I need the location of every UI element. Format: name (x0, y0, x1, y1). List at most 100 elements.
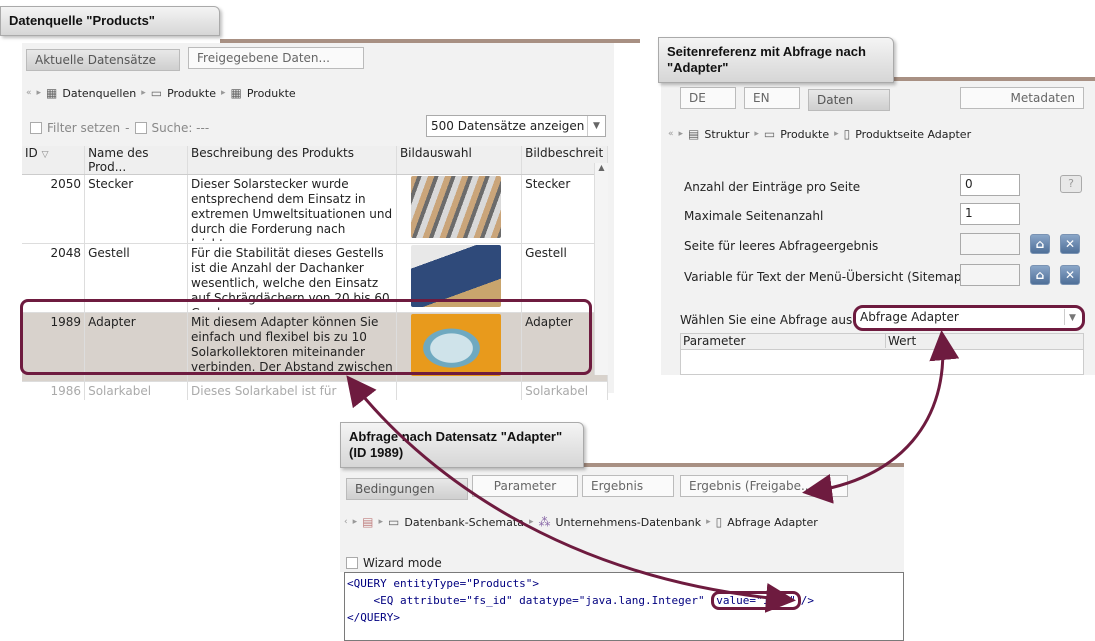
parameter-table: Parameter Wert (680, 333, 1084, 375)
column-header-name[interactable]: Name des Prod... (84, 146, 189, 175)
panel-title-datasource: Datenquelle "Products" (0, 6, 220, 36)
help-button[interactable]: ? (1060, 175, 1082, 193)
filter-checkbox[interactable] (30, 122, 42, 134)
filter-bar: Filter setzen - Suche: --- (30, 121, 209, 135)
breadcrumb-item[interactable]: Datenbank-Schemata (404, 516, 524, 529)
column-header-parameter[interactable]: Parameter (683, 334, 745, 348)
breadcrumb-item[interactable]: Produkte (167, 87, 216, 100)
field-label: Anzahl der Einträge pro Seite (684, 180, 861, 194)
chevron-right-icon: ▸ (378, 517, 384, 527)
breadcrumb-item[interactable]: Produkte (780, 128, 829, 141)
cell-image (396, 381, 523, 400)
breadcrumb-item[interactable]: Unternehmens-Datenbank (555, 516, 701, 529)
column-header-image[interactable]: Bildauswahl (396, 146, 523, 175)
breadcrumb: « ▸ ▤ Struktur ▸ ▭ Produkte ▸ ▯ Produkts… (668, 127, 971, 141)
back-icon[interactable]: « (26, 88, 32, 98)
breadcrumb-item[interactable]: Produkte (247, 87, 296, 100)
cell-id: 2050 (22, 174, 86, 244)
tab-data[interactable]: Daten (808, 89, 890, 111)
wizard-mode-toggle[interactable]: Wizard mode (346, 556, 442, 570)
cell-name: Solarkabel (84, 381, 189, 400)
mount-image (410, 245, 501, 307)
field-label: Seite für leeres Abfrageergebnis (684, 239, 879, 253)
clear-button[interactable]: ✕ (1060, 265, 1080, 285)
page-icon: ▯ (843, 127, 851, 141)
search-label: Suche: --- (151, 121, 210, 135)
breadcrumb-item[interactable]: Datenquellen (62, 87, 136, 100)
tab-de[interactable]: DE (680, 87, 736, 109)
field-label: Variable für Text der Menü-Übersicht (Si… (684, 270, 967, 284)
table-row[interactable]: 2050 Stecker Dieser Solarstecker wurde e… (22, 174, 608, 244)
empty-result-page-input[interactable] (960, 233, 1020, 255)
breadcrumb-item[interactable]: Abfrage Adapter (727, 516, 818, 529)
database-icon: ▤ (362, 515, 374, 529)
code-line: <QUERY entityType="Products"> (347, 577, 540, 590)
table-row[interactable]: 1986 Solarkabel Dieses Solarkabel ist fü… (22, 381, 608, 400)
column-header-value[interactable]: Wert (885, 334, 916, 348)
panel-title-page-reference: Seitenreferenz mit Abfrage nach "Adapter… (658, 37, 894, 83)
structure-icon: ▤ (688, 127, 700, 141)
breadcrumb-item[interactable]: Produktseite Adapter (855, 128, 971, 141)
wizard-mode-label: Wizard mode (363, 556, 442, 570)
wizard-mode-checkbox[interactable] (346, 557, 358, 569)
plug-image (410, 176, 501, 238)
filter-dash: - (125, 121, 130, 135)
chevron-right-icon: ▸ (834, 129, 839, 139)
chevron-down-icon[interactable]: ▼ (587, 116, 605, 136)
breadcrumb: « ▸ ▦ Datenquellen ▸ ▭ Produkte ▸ ▦ Prod… (26, 86, 296, 100)
query-select-label: Wählen Sie eine Abfrage aus: (680, 313, 857, 327)
cell-name: Stecker (84, 174, 189, 244)
table-icon: ▦ (46, 86, 58, 100)
back-icon[interactable]: ‹ (344, 517, 348, 527)
chevron-right-icon: ▸ (528, 517, 534, 527)
chevron-right-icon: ▸ (678, 129, 684, 139)
cell-image (396, 174, 523, 244)
tab-result[interactable]: Ergebnis (582, 475, 674, 497)
table-scrollbar[interactable]: ▲ (594, 163, 608, 375)
cell-description: Dieser Solarstecker wurde entsprechend d… (187, 174, 397, 244)
tab-result-released[interactable]: Ergebnis (Freigabe... (680, 475, 848, 497)
folder-open-icon: ⌂ (1035, 268, 1045, 282)
select-page-button[interactable]: ⌂ (1030, 234, 1050, 254)
scroll-up-icon[interactable]: ▲ (595, 163, 608, 172)
back-icon[interactable]: « (668, 129, 674, 139)
query-select-highlight (853, 305, 1085, 331)
max-pages-input[interactable]: 1 (960, 203, 1020, 225)
value-highlight: value="1989" (711, 591, 801, 610)
tab-parameters[interactable]: Parameter (472, 475, 578, 497)
clear-button[interactable]: ✕ (1060, 234, 1080, 254)
schema-icon: ⁂ (538, 515, 551, 529)
code-line: <EQ attribute="fs_id" datatype="java.lan… (347, 591, 901, 610)
folder-icon: ▭ (150, 86, 163, 100)
tab-en[interactable]: EN (744, 87, 800, 109)
cell-id: 1986 (22, 381, 86, 400)
select-variable-button[interactable]: ⌂ (1030, 265, 1050, 285)
search-checkbox[interactable] (134, 122, 147, 134)
sitemap-variable-input[interactable] (960, 264, 1020, 286)
chevron-right-icon: ▸ (754, 129, 759, 139)
column-header-description[interactable]: Beschreibung des Produkts (187, 146, 397, 175)
tab-metadata[interactable]: Metadaten (960, 87, 1084, 109)
tab-released-data[interactable]: Freigegebene Daten... (188, 47, 364, 69)
panel-title-text: Abfrage nach Datensatz "Adapter" (ID 198… (349, 429, 563, 460)
cell-caption: Solarkabel (521, 381, 608, 400)
folder-icon: ▭ (388, 515, 400, 529)
cell-description: Dieses Solarkabel ist für (187, 381, 397, 400)
code-line: </QUERY> (347, 611, 400, 624)
tab-current-records[interactable]: Aktuelle Datensätze (26, 49, 180, 71)
panel-title-query: Abfrage nach Datensatz "Adapter" (ID 198… (340, 422, 584, 468)
sort-icon: ▽ (41, 150, 49, 160)
chevron-right-icon: ▸ (220, 88, 226, 98)
breadcrumb-item[interactable]: Struktur (704, 128, 749, 141)
tab-conditions[interactable]: Bedingungen (346, 478, 468, 500)
query-editor[interactable]: <QUERY entityType="Products"> <EQ attrib… (344, 572, 904, 641)
folder-icon: ▭ (763, 127, 776, 141)
chevron-right-icon: ▸ (36, 88, 42, 98)
page-icon: ▯ (715, 515, 723, 529)
filter-label: Filter setzen (47, 121, 121, 135)
records-count-value: 500 Datensätze anzeigen (431, 119, 585, 133)
records-count-select[interactable]: 500 Datensätze anzeigen ▼ (426, 115, 606, 137)
column-header-id[interactable]: ID ▽ (22, 146, 86, 175)
entries-per-page-input[interactable]: 0 (960, 174, 1020, 196)
chevron-right-icon: ▸ (352, 517, 358, 527)
